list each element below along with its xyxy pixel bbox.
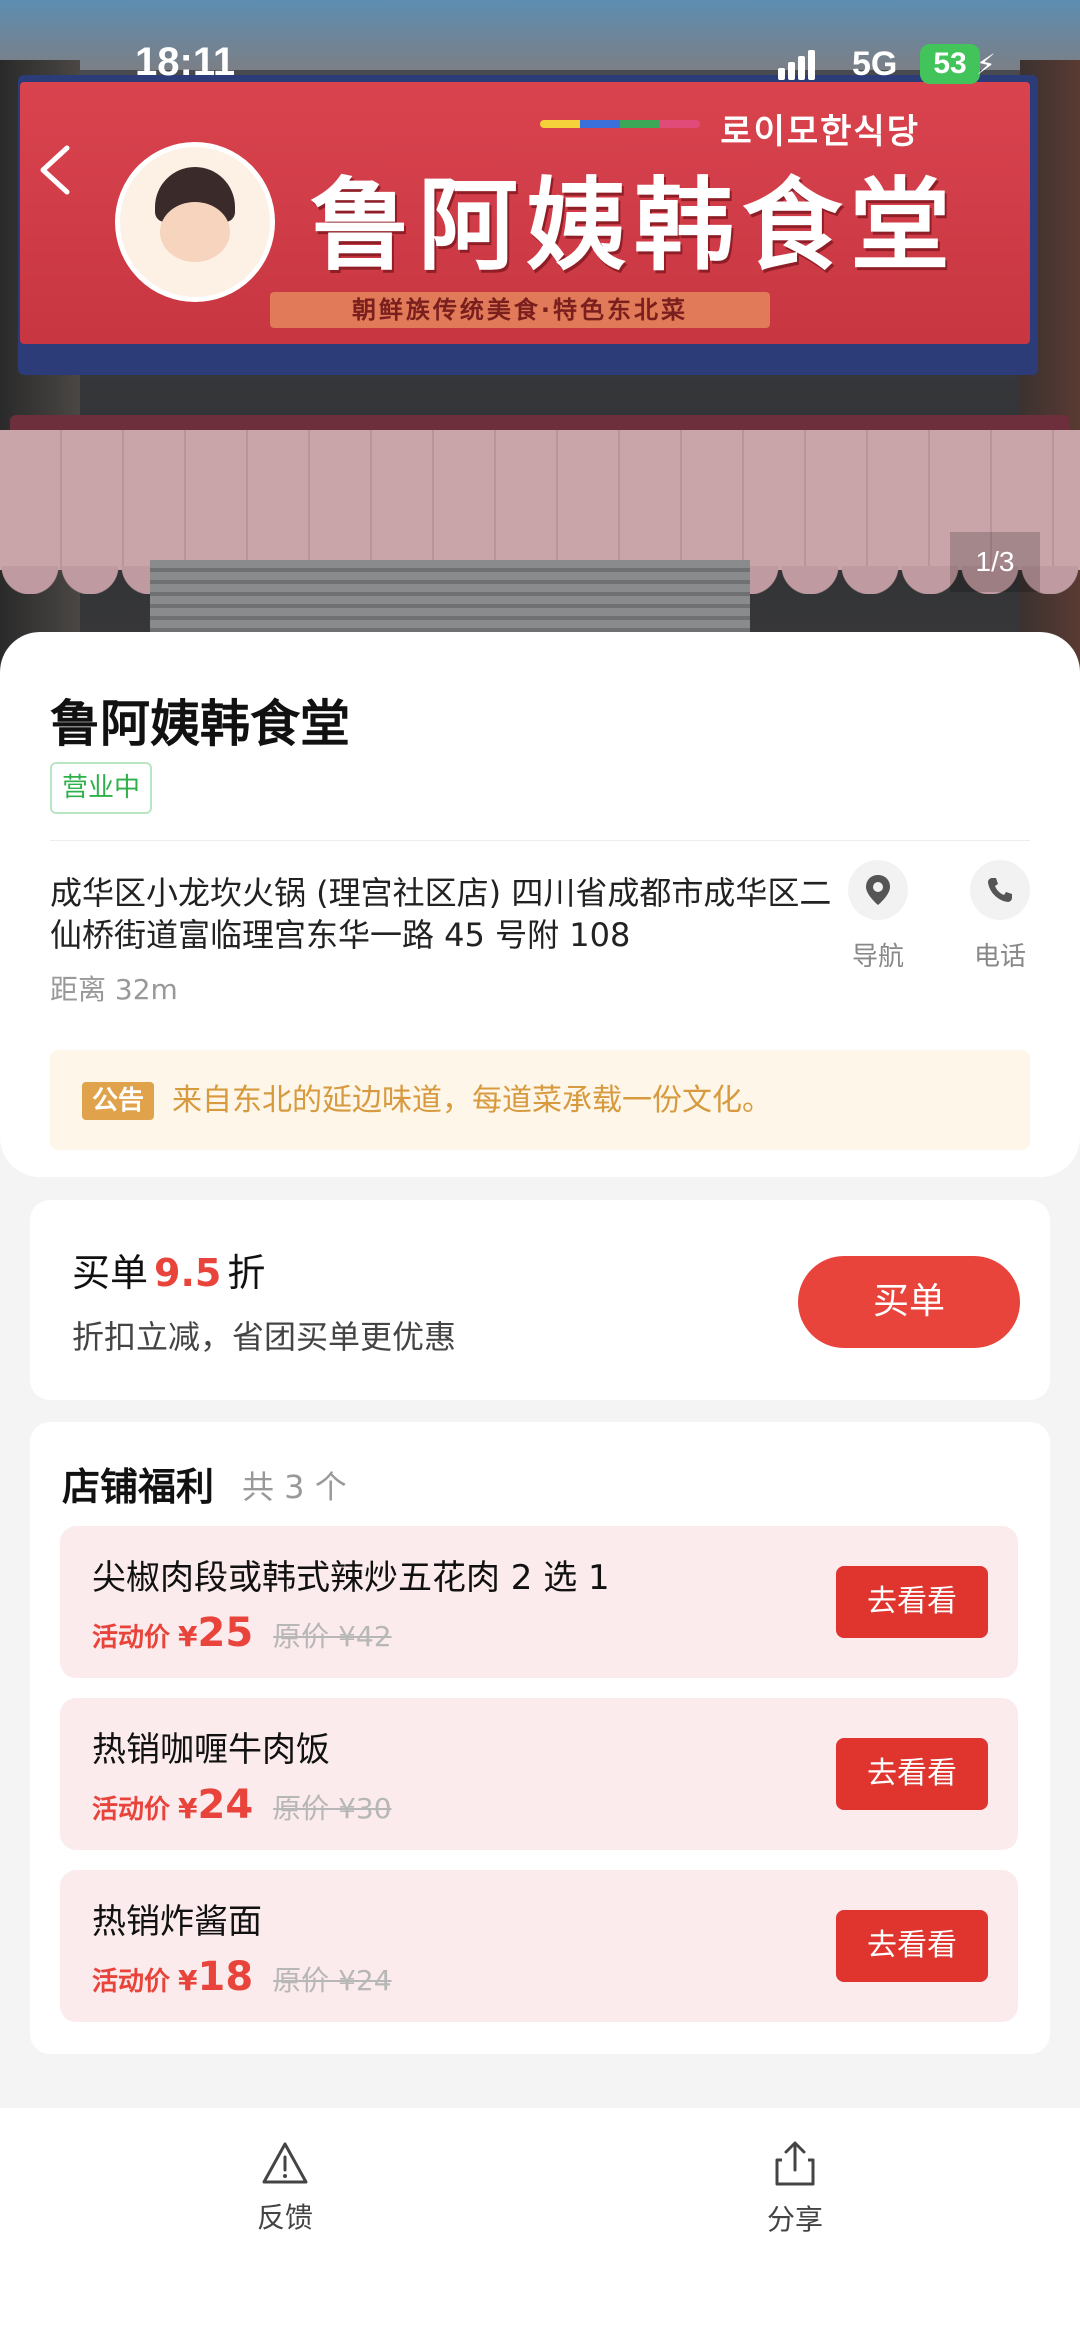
bottom-action-bar: 反馈 分享 — [0, 2108, 1080, 2337]
deal-price-row: 活动价 ¥ 24 原价 ¥30 — [92, 1782, 392, 1828]
store-distance: 距离 32m — [50, 973, 178, 1006]
signal-icon — [778, 50, 818, 80]
deal-name: 热销炸酱面 — [92, 1902, 262, 1942]
currency-symbol: ¥ — [178, 1964, 198, 1997]
feedback-label: 反馈 — [256, 2201, 313, 2234]
deal-activity-label: 活动价 — [92, 1967, 171, 1997]
awning — [0, 430, 1080, 594]
pay-title-prefix: 买单 — [72, 1251, 149, 1295]
view-deal-button[interactable]: 去看看 — [836, 1738, 988, 1810]
announcement-text: 来自东北的延边味道，每道菜承载一份文化。 — [172, 1083, 772, 1118]
share-button[interactable]: 分享 — [715, 2140, 875, 2238]
location-pin-icon — [848, 860, 908, 920]
store-detail-page: 로이모한식당 鲁阿姨韩食堂 朝鲜族传统美食·特色东北菜 18:11 5G 53 … — [0, 0, 1080, 2337]
photo-counter: 1/3 — [950, 532, 1040, 592]
status-time: 18:11 — [135, 40, 236, 84]
view-deal-button[interactable]: 去看看 — [836, 1910, 988, 1982]
signboard-slogan: 朝鲜族传统美食·特色东北菜 — [270, 292, 770, 328]
announcement-tag: 公告 — [82, 1082, 155, 1120]
deal-original-price: 原价 ¥24 — [273, 1964, 392, 1997]
divider — [50, 840, 1030, 841]
deal-original-price: 原价 ¥42 — [273, 1620, 392, 1653]
deal-activity-label: 活动价 — [92, 1623, 171, 1653]
chevron-left-icon — [40, 145, 70, 195]
pay-title: 买单 9.5 折 — [72, 1242, 265, 1297]
deal-price-row: 活动价 ¥ 18 原价 ¥24 — [92, 1954, 392, 2000]
store-address[interactable]: 成华区小龙坎火锅 (理宫社区店) 四川省成都市成华区二仙桥街道富临理宫东华一路 … — [50, 872, 840, 956]
deal-activity-price: 24 — [197, 1782, 254, 1828]
pay-card: 买单 9.5 折 折扣立减，省团买单更优惠 买单 — [30, 1200, 1050, 1400]
charging-icon: ⚡ — [976, 48, 996, 81]
announcement: 公告 来自东北的延边味道，每道菜承载一份文化。 — [50, 1050, 1030, 1150]
call-button[interactable]: 电话 — [960, 860, 1040, 973]
deal-item[interactable]: 热销炸酱面 活动价 ¥ 18 原价 ¥24 去看看 — [60, 1870, 1018, 2022]
pay-discount-rate: 9.5 — [154, 1251, 222, 1295]
share-icon — [775, 2141, 815, 2186]
deal-activity-price: 25 — [197, 1610, 254, 1656]
call-label: 电话 — [973, 942, 1026, 972]
deal-item[interactable]: 热销咖喱牛肉饭 活动价 ¥ 24 原价 ¥30 去看看 — [60, 1698, 1018, 1850]
currency-symbol: ¥ — [178, 1792, 198, 1825]
store-info-card: 鲁阿姨韩食堂 营业中 成华区小龙坎火锅 (理宫社区店) 四川省成都市成华区二仙桥… — [0, 632, 1080, 1177]
back-button[interactable] — [20, 140, 90, 210]
benefits-title: 店铺福利 — [62, 1465, 215, 1509]
signboard-store-name: 鲁阿姨韩食堂 — [310, 167, 958, 284]
pay-button[interactable]: 买单 — [798, 1256, 1020, 1348]
deal-name: 尖椒肉段或韩式辣炒五花肉 2 选 1 — [92, 1558, 610, 1598]
store-benefits-card: 店铺福利 共 3 个 尖椒肉段或韩式辣炒五花肉 2 选 1 活动价 ¥ 25 原… — [30, 1422, 1050, 2054]
phone-icon — [970, 860, 1030, 920]
network-type: 5G — [852, 45, 898, 83]
deal-price-row: 活动价 ¥ 25 原价 ¥42 — [92, 1610, 392, 1656]
currency-symbol: ¥ — [178, 1620, 198, 1653]
pay-subtitle: 折扣立减，省团买单更优惠 — [72, 1318, 457, 1356]
navigate-button[interactable]: 导航 — [838, 860, 918, 973]
deal-original-price: 原价 ¥30 — [273, 1792, 392, 1825]
deal-activity-label: 活动价 — [92, 1795, 171, 1825]
deal-activity-price: 18 — [197, 1954, 254, 2000]
status-bar: 18:11 5G 53 ⚡ — [0, 0, 1080, 130]
warning-icon — [262, 2142, 308, 2184]
deal-item[interactable]: 尖椒肉段或韩式辣炒五花肉 2 选 1 活动价 ¥ 25 原价 ¥42 去看看 — [60, 1526, 1018, 1678]
pay-title-suffix: 折 — [227, 1251, 266, 1295]
deal-name: 热销咖喱牛肉饭 — [92, 1730, 330, 1770]
store-photo[interactable]: 로이모한식당 鲁阿姨韩食堂 朝鲜族传统美食·特色东北菜 18:11 5G 53 … — [0, 0, 1080, 700]
share-label: 分享 — [766, 2203, 823, 2236]
battery-icon: 53 — [920, 44, 980, 84]
benefits-count: 共 3 个 — [242, 1468, 347, 1506]
view-deal-button[interactable]: 去看看 — [836, 1566, 988, 1638]
feedback-button[interactable]: 反馈 — [205, 2140, 365, 2236]
open-status-badge: 营业中 — [50, 762, 153, 814]
store-name: 鲁阿姨韩食堂 — [50, 695, 350, 753]
signboard-mascot-image — [115, 142, 275, 302]
navigate-label: 导航 — [851, 942, 904, 972]
